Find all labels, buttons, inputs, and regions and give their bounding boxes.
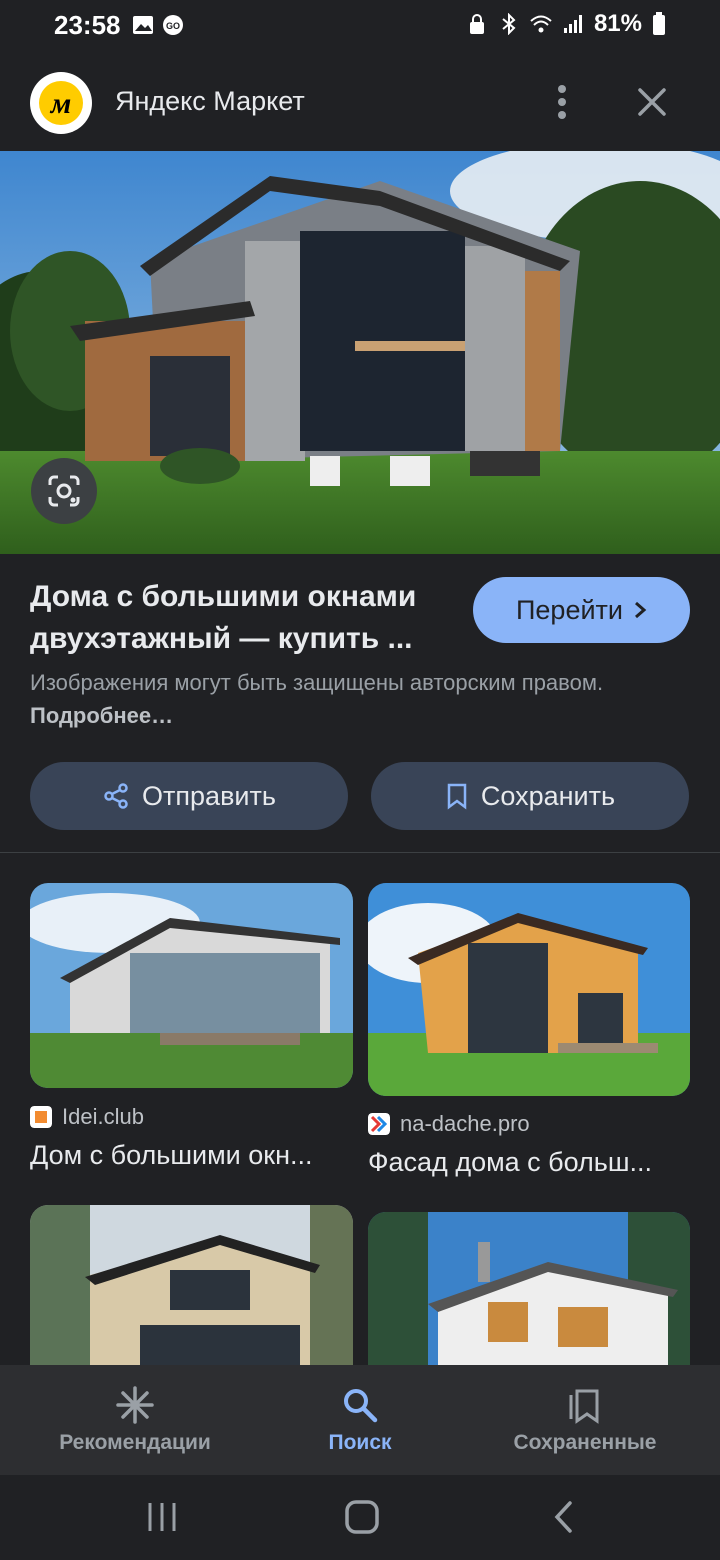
lens-icon: [48, 475, 80, 507]
nav-recommendations[interactable]: Рекомендации: [15, 1365, 255, 1475]
save-button[interactable]: Сохранить: [371, 762, 689, 830]
nav-saved-label: Сохраненные: [513, 1431, 657, 1454]
related-image-2[interactable]: [368, 883, 690, 1096]
battery-icon: [653, 12, 665, 35]
system-navigation: [0, 1475, 720, 1560]
related-image-1[interactable]: [30, 883, 353, 1088]
visit-button-label: Перейти: [516, 594, 623, 625]
go-app-icon: GO: [163, 15, 183, 35]
nav-saved[interactable]: Сохраненные: [465, 1365, 705, 1475]
copyright-text: Изображения могут быть защищены авторски…: [30, 670, 604, 695]
related-source-name: na-dache.pro: [400, 1111, 530, 1136]
bookmark-icon: [447, 783, 467, 810]
divider: [0, 852, 720, 853]
house-thumbnail: [368, 883, 690, 1096]
na-dache-favicon-icon: [368, 1113, 390, 1135]
related-source-1[interactable]: Idei.club: [30, 1104, 144, 1130]
status-bar: 23:58 GO 81%: [0, 0, 720, 52]
back-icon[interactable]: [550, 1499, 578, 1535]
chevron-right-icon: [635, 601, 647, 619]
battery-percentage: 81%: [593, 10, 642, 37]
search-icon: [344, 1389, 378, 1423]
lock-icon: [469, 14, 484, 34]
nav-recommendations-label: Рекомендации: [59, 1431, 211, 1454]
home-icon[interactable]: [344, 1499, 380, 1535]
signal-icon: [563, 15, 582, 33]
house-thumbnail: [30, 883, 353, 1088]
share-button[interactable]: Отправить: [30, 762, 348, 830]
recent-apps-icon[interactable]: [145, 1500, 179, 1534]
result-title[interactable]: Дома с большими окнами двухэтажный — куп…: [30, 576, 460, 660]
main-image[interactable]: [0, 151, 720, 554]
market-logo-icon: м: [39, 81, 83, 125]
share-button-label: Отправить: [142, 780, 276, 811]
related-source-name: Idei.club: [62, 1104, 144, 1129]
gallery-icon: [133, 16, 153, 34]
lens-search-button[interactable]: [31, 458, 97, 524]
related-title-1[interactable]: Дом с большими окн...: [30, 1140, 353, 1171]
related-title-2[interactable]: Фасад дома с больш...: [368, 1147, 690, 1178]
bottom-navigation: Рекомендации Поиск Сохраненные: [0, 1365, 720, 1475]
close-icon[interactable]: [632, 82, 672, 122]
nav-search-label: Поиск: [328, 1431, 392, 1454]
source-header: м Яндекс Маркет: [0, 52, 720, 150]
yandex-market-logo[interactable]: м: [30, 72, 92, 134]
svg-text:GO: GO: [166, 21, 180, 31]
sparkle-icon: [116, 1386, 154, 1424]
saved-icon: [569, 1389, 599, 1424]
visit-button[interactable]: Перейти: [473, 577, 690, 643]
idei-club-favicon-icon: [30, 1106, 52, 1128]
learn-more-link[interactable]: Подробнее…: [30, 703, 173, 728]
source-title[interactable]: Яндекс Маркет: [115, 86, 305, 117]
save-button-label: Сохранить: [480, 780, 616, 811]
status-time: 23:58: [54, 10, 121, 40]
wifi-icon: [530, 15, 552, 33]
bluetooth-icon: [502, 13, 516, 35]
share-icon: [104, 783, 128, 809]
related-source-2[interactable]: na-dache.pro: [368, 1111, 530, 1137]
copyright-notice: Изображения могут быть защищены авторски…: [30, 666, 680, 732]
house-photo: [0, 151, 720, 554]
more-options-icon[interactable]: [546, 80, 578, 124]
logo-letter: м: [49, 87, 72, 120]
nav-search[interactable]: Поиск: [240, 1365, 480, 1475]
